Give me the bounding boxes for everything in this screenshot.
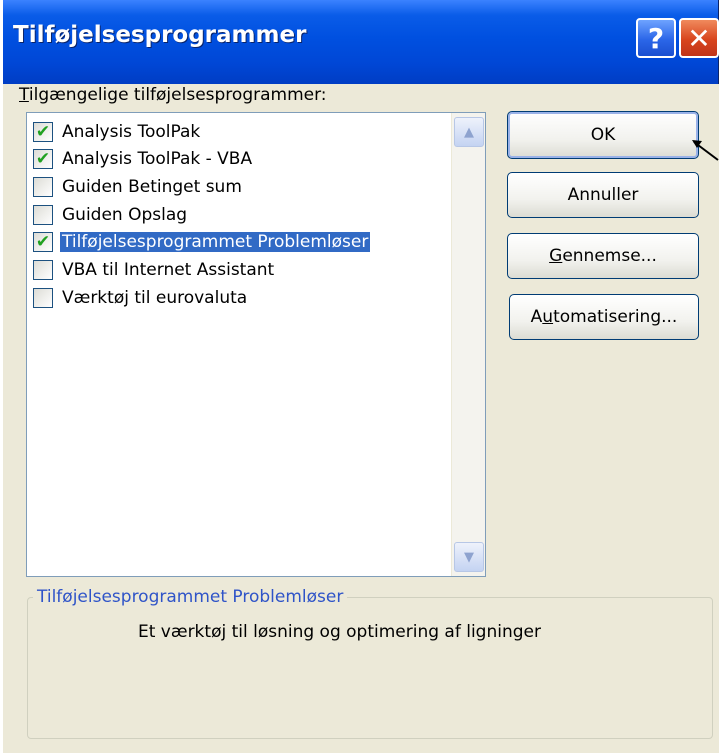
automation-button[interactable]: Au tomatisering... <box>509 294 699 340</box>
list-item-label: Analysis ToolPak <box>62 121 201 142</box>
browse-button[interactable]: Gennemse... <box>507 233 699 279</box>
pointer-arrow-icon <box>692 140 719 161</box>
checkbox-checked[interactable]: ✔ <box>33 148 53 169</box>
scroll-up-button[interactable]: ▲ <box>454 117 484 147</box>
checkbox-checked[interactable]: ✔ <box>33 231 53 252</box>
ok-button-label: OK <box>590 125 616 145</box>
list-item-label: Analysis ToolPak - VBA <box>62 148 253 169</box>
help-button[interactable]: ? <box>636 18 676 58</box>
cancel-button[interactable]: Annuller <box>507 172 699 218</box>
browse-accelerator: G <box>549 246 563 266</box>
description-heading: Tilføjelsesprogrammet Problemløser <box>33 587 348 607</box>
checkbox-checked[interactable]: ✔ <box>33 121 53 142</box>
ok-button[interactable]: OK <box>507 111 699 159</box>
help-icon: ? <box>647 21 665 55</box>
checkbox-unchecked[interactable] <box>33 259 53 280</box>
automation-accelerator: u <box>542 307 554 327</box>
list-item[interactable]: ✔ Analysis ToolPak - VBA <box>33 145 449 172</box>
label-accelerator: T <box>19 85 29 105</box>
list-item-selected[interactable]: ✔ Tilføjelsesprogrammet Problemløser <box>33 228 449 255</box>
cancel-button-label: Annuller <box>567 185 639 205</box>
list-scrollbar[interactable]: ▲ ▼ <box>451 113 485 576</box>
scroll-down-button[interactable]: ▼ <box>454 542 484 572</box>
list-item-label: Guiden Betinget sum <box>62 176 242 197</box>
description-groupbox <box>27 597 713 739</box>
checkbox-unchecked[interactable] <box>33 176 53 197</box>
chevron-up-icon: ▲ <box>464 124 474 140</box>
close-button[interactable]: ✕ <box>679 18 719 58</box>
list-item-label: VBA til Internet Assistant <box>62 259 275 280</box>
addins-listbox[interactable]: ✔ Analysis ToolPak ✔ Analysis ToolPak - … <box>26 112 486 577</box>
list-item-label: Tilføjelsesprogrammet Problemløser <box>58 230 372 253</box>
list-item-label: Guiden Opslag <box>62 204 188 225</box>
list-item[interactable]: ✔ Analysis ToolPak <box>33 118 449 145</box>
list-item[interactable]: Værktøj til eurovaluta <box>33 284 449 311</box>
label-text: ilgængelige tilføjelsesprogrammer: <box>28 85 327 105</box>
chevron-down-icon: ▼ <box>464 549 474 565</box>
automation-button-label: tomatisering... <box>553 307 678 327</box>
description-text: Et værktøj til løsning og optimering af … <box>138 622 541 642</box>
list-item-label: Værktøj til eurovaluta <box>62 287 248 308</box>
browse-button-label: ennemse... <box>562 246 657 266</box>
close-icon: ✕ <box>687 21 711 55</box>
checkbox-unchecked[interactable] <box>33 287 53 308</box>
automation-prefix: A <box>530 307 543 327</box>
checkbox-unchecked[interactable] <box>33 204 53 225</box>
list-item[interactable]: VBA til Internet Assistant <box>33 256 449 283</box>
window-title: Tilføjelsesprogrammer <box>13 22 307 48</box>
title-bar[interactable]: Tilføjelsesprogrammer ? ✕ <box>3 0 719 84</box>
list-item[interactable]: Guiden Betinget sum <box>33 173 449 200</box>
available-addins-label: Tilgængelige tilføjelsesprogrammer: <box>19 85 327 105</box>
list-item[interactable]: Guiden Opslag <box>33 201 449 228</box>
